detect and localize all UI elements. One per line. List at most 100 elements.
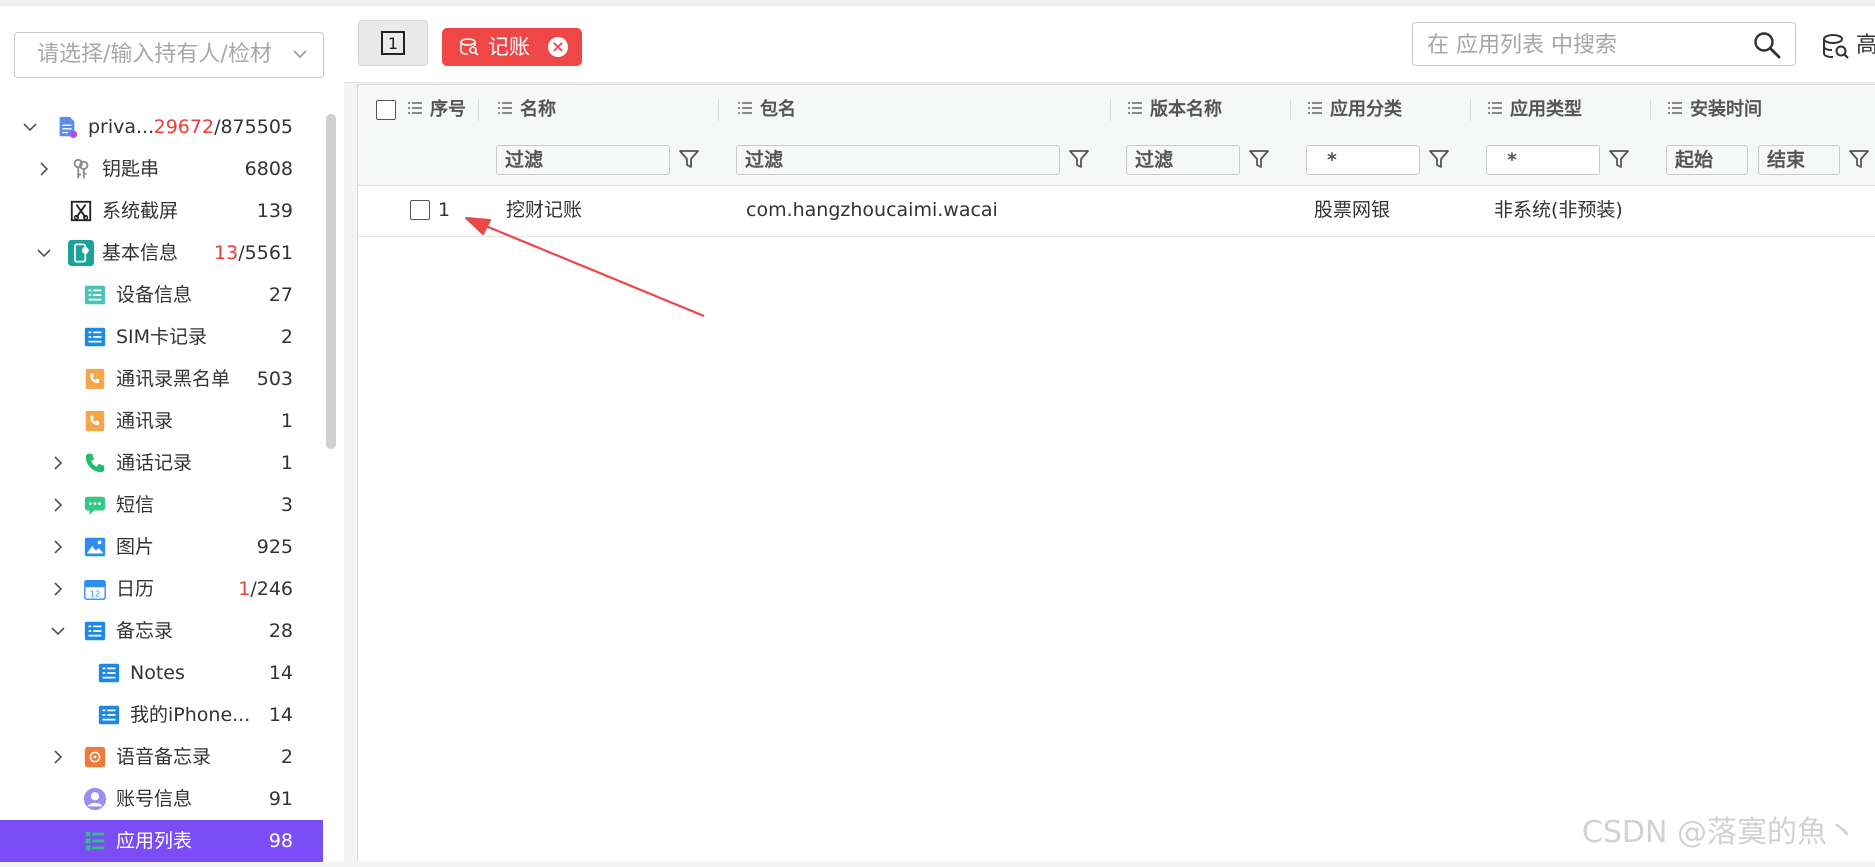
list-icon [1488,102,1502,114]
filter-funnel-icon[interactable] [678,148,700,170]
package-filter-input[interactable]: 过滤 [736,145,1060,175]
type-filter-select[interactable]: * [1486,145,1600,175]
list-icon [1668,102,1682,114]
tree-item[interactable]: 应用列表 98 [0,820,323,862]
tree-item[interactable]: 通讯录 1 [0,400,323,442]
chevron-right-icon[interactable] [50,581,66,597]
filter-funnel-icon[interactable] [1848,148,1870,170]
contact-icon [82,408,108,434]
tree-item[interactable]: 我的iPhone... 14 [0,694,323,736]
tree-item[interactable]: Notes 14 [0,652,323,694]
tree-item[interactable]: 通讯录黑名单 503 [0,358,323,400]
tree-item[interactable]: priva... 29672/875505 [0,106,323,148]
chevron-down-icon[interactable] [22,119,38,135]
advanced-search-label: 高 [1856,33,1875,58]
chevron-right-icon[interactable] [50,539,66,555]
category-filter-select[interactable]: * [1306,145,1420,175]
tree-item-label: 应用列表 [116,830,193,852]
filter-funnel-icon[interactable] [1428,148,1450,170]
table-row[interactable]: 1 挖财记账 com.hangzhoucaimi.wacai 股票网银 非系统(… [358,186,1875,237]
tree-item[interactable]: 设备信息 27 [0,274,323,316]
tree-item-count-total: 1 [280,452,293,474]
tree-item-count: 503 [257,358,293,400]
row-app-type: 非系统(非预装) [1494,199,1623,221]
filter-chip-jizhang[interactable]: 记账 × [442,28,582,66]
column-divider[interactable] [718,99,719,121]
row-app-category: 股票网银 [1314,199,1391,221]
install-time-start-input[interactable]: 起始 [1666,145,1748,175]
tree-item[interactable]: 账号信息 91 [0,778,323,820]
tree-item[interactable]: 基本信息 13/5561 [0,232,323,274]
tree-item-label: 账号信息 [116,788,193,810]
chevron-right-icon[interactable] [36,161,52,177]
tree-item[interactable]: 通话记录 1 [0,442,323,484]
tree-item-label: 系统截屏 [102,200,179,222]
watermark: CSDN @落寞的魚丶 [1581,815,1857,850]
tree-item-count-total: 2 [280,746,293,768]
tree-item[interactable]: 短信 3 [0,484,323,526]
filter-funnel-icon[interactable] [1068,148,1090,170]
tree-item-label: 通讯录 [116,410,174,432]
version-filter-input[interactable]: 过滤 [1126,145,1240,175]
device-icon [82,282,108,308]
list-icon [738,102,752,114]
chevron-right-icon[interactable] [50,455,66,471]
tree-item[interactable]: 系统截屏 139 [0,190,323,232]
column-divider[interactable] [1470,99,1471,121]
tree-item-count-red: 1 [238,578,251,600]
tree-item-count-red: 29672 [153,116,215,138]
svg-text:1: 1 [388,34,398,53]
column-header-package[interactable]: 包名 [738,85,796,135]
database-search-icon [460,38,479,56]
list-icon [498,102,512,114]
column-divider[interactable] [1110,99,1111,121]
column-header-name[interactable]: 名称 [498,85,556,135]
tree-item-count-total: 98 [268,830,293,852]
table-header: 序号 名称 包名 版本名称 应用分类 应用类型 安装时间 [358,84,1875,136]
search-box[interactable] [1412,22,1796,66]
list-icon [1128,102,1142,114]
tree-item-count: 925 [257,526,293,568]
tree-item[interactable]: 语音备忘录 2 [0,736,323,778]
memo-icon [96,702,122,728]
filter-funnel-icon[interactable] [1608,148,1630,170]
phone-info-icon [68,240,94,266]
tree-item[interactable]: 12 日历 1/246 [0,568,323,610]
tree-item-label: SIM卡记录 [116,326,208,348]
column-divider[interactable] [1290,99,1291,121]
name-filter-input[interactable]: 过滤 [496,145,670,175]
column-header-category[interactable]: 应用分类 [1308,85,1402,135]
contact-block-icon [82,366,108,392]
tree-item-label: priva... [88,116,155,138]
chevron-down-icon[interactable] [50,623,66,639]
search-input[interactable] [1425,27,1749,63]
column-divider[interactable] [1650,99,1651,121]
row-checkbox[interactable] [410,200,430,220]
tree-item[interactable]: SIM卡记录 2 [0,316,323,358]
tree-item[interactable]: 备忘录 28 [0,610,323,652]
chevron-right-icon[interactable] [50,497,66,513]
close-icon[interactable]: × [548,37,568,57]
tree-scrollbar-thumb[interactable] [326,114,336,449]
install-time-end-input[interactable]: 结束 [1758,145,1840,175]
column-header-index[interactable]: 序号 [408,85,466,135]
tree-item-label: 语音备忘录 [116,746,212,768]
tree-item[interactable]: 图片 925 [0,526,323,568]
select-all-checkbox[interactable] [376,100,396,120]
tree-item-label: 短信 [116,494,155,516]
chevron-right-icon[interactable] [50,749,66,765]
owner-select[interactable]: 请选择/输入持有人/检材 [14,32,324,78]
column-divider[interactable] [478,99,479,121]
window-number-button[interactable]: 1 [358,20,428,66]
column-header-type[interactable]: 应用类型 [1488,85,1582,135]
filter-funnel-icon[interactable] [1248,148,1270,170]
tree-item[interactable]: 钥匙串 6808 [0,148,323,190]
tree-item-count: 1 [281,400,293,442]
doc-icon [54,114,80,140]
memo-icon [82,618,108,644]
column-header-version[interactable]: 版本名称 [1128,85,1222,135]
chevron-down-icon[interactable] [36,245,52,261]
column-header-install-time[interactable]: 安装时间 [1668,85,1762,135]
tree-item-count-total: 875505 [220,116,293,138]
search-icon[interactable] [1753,31,1781,59]
